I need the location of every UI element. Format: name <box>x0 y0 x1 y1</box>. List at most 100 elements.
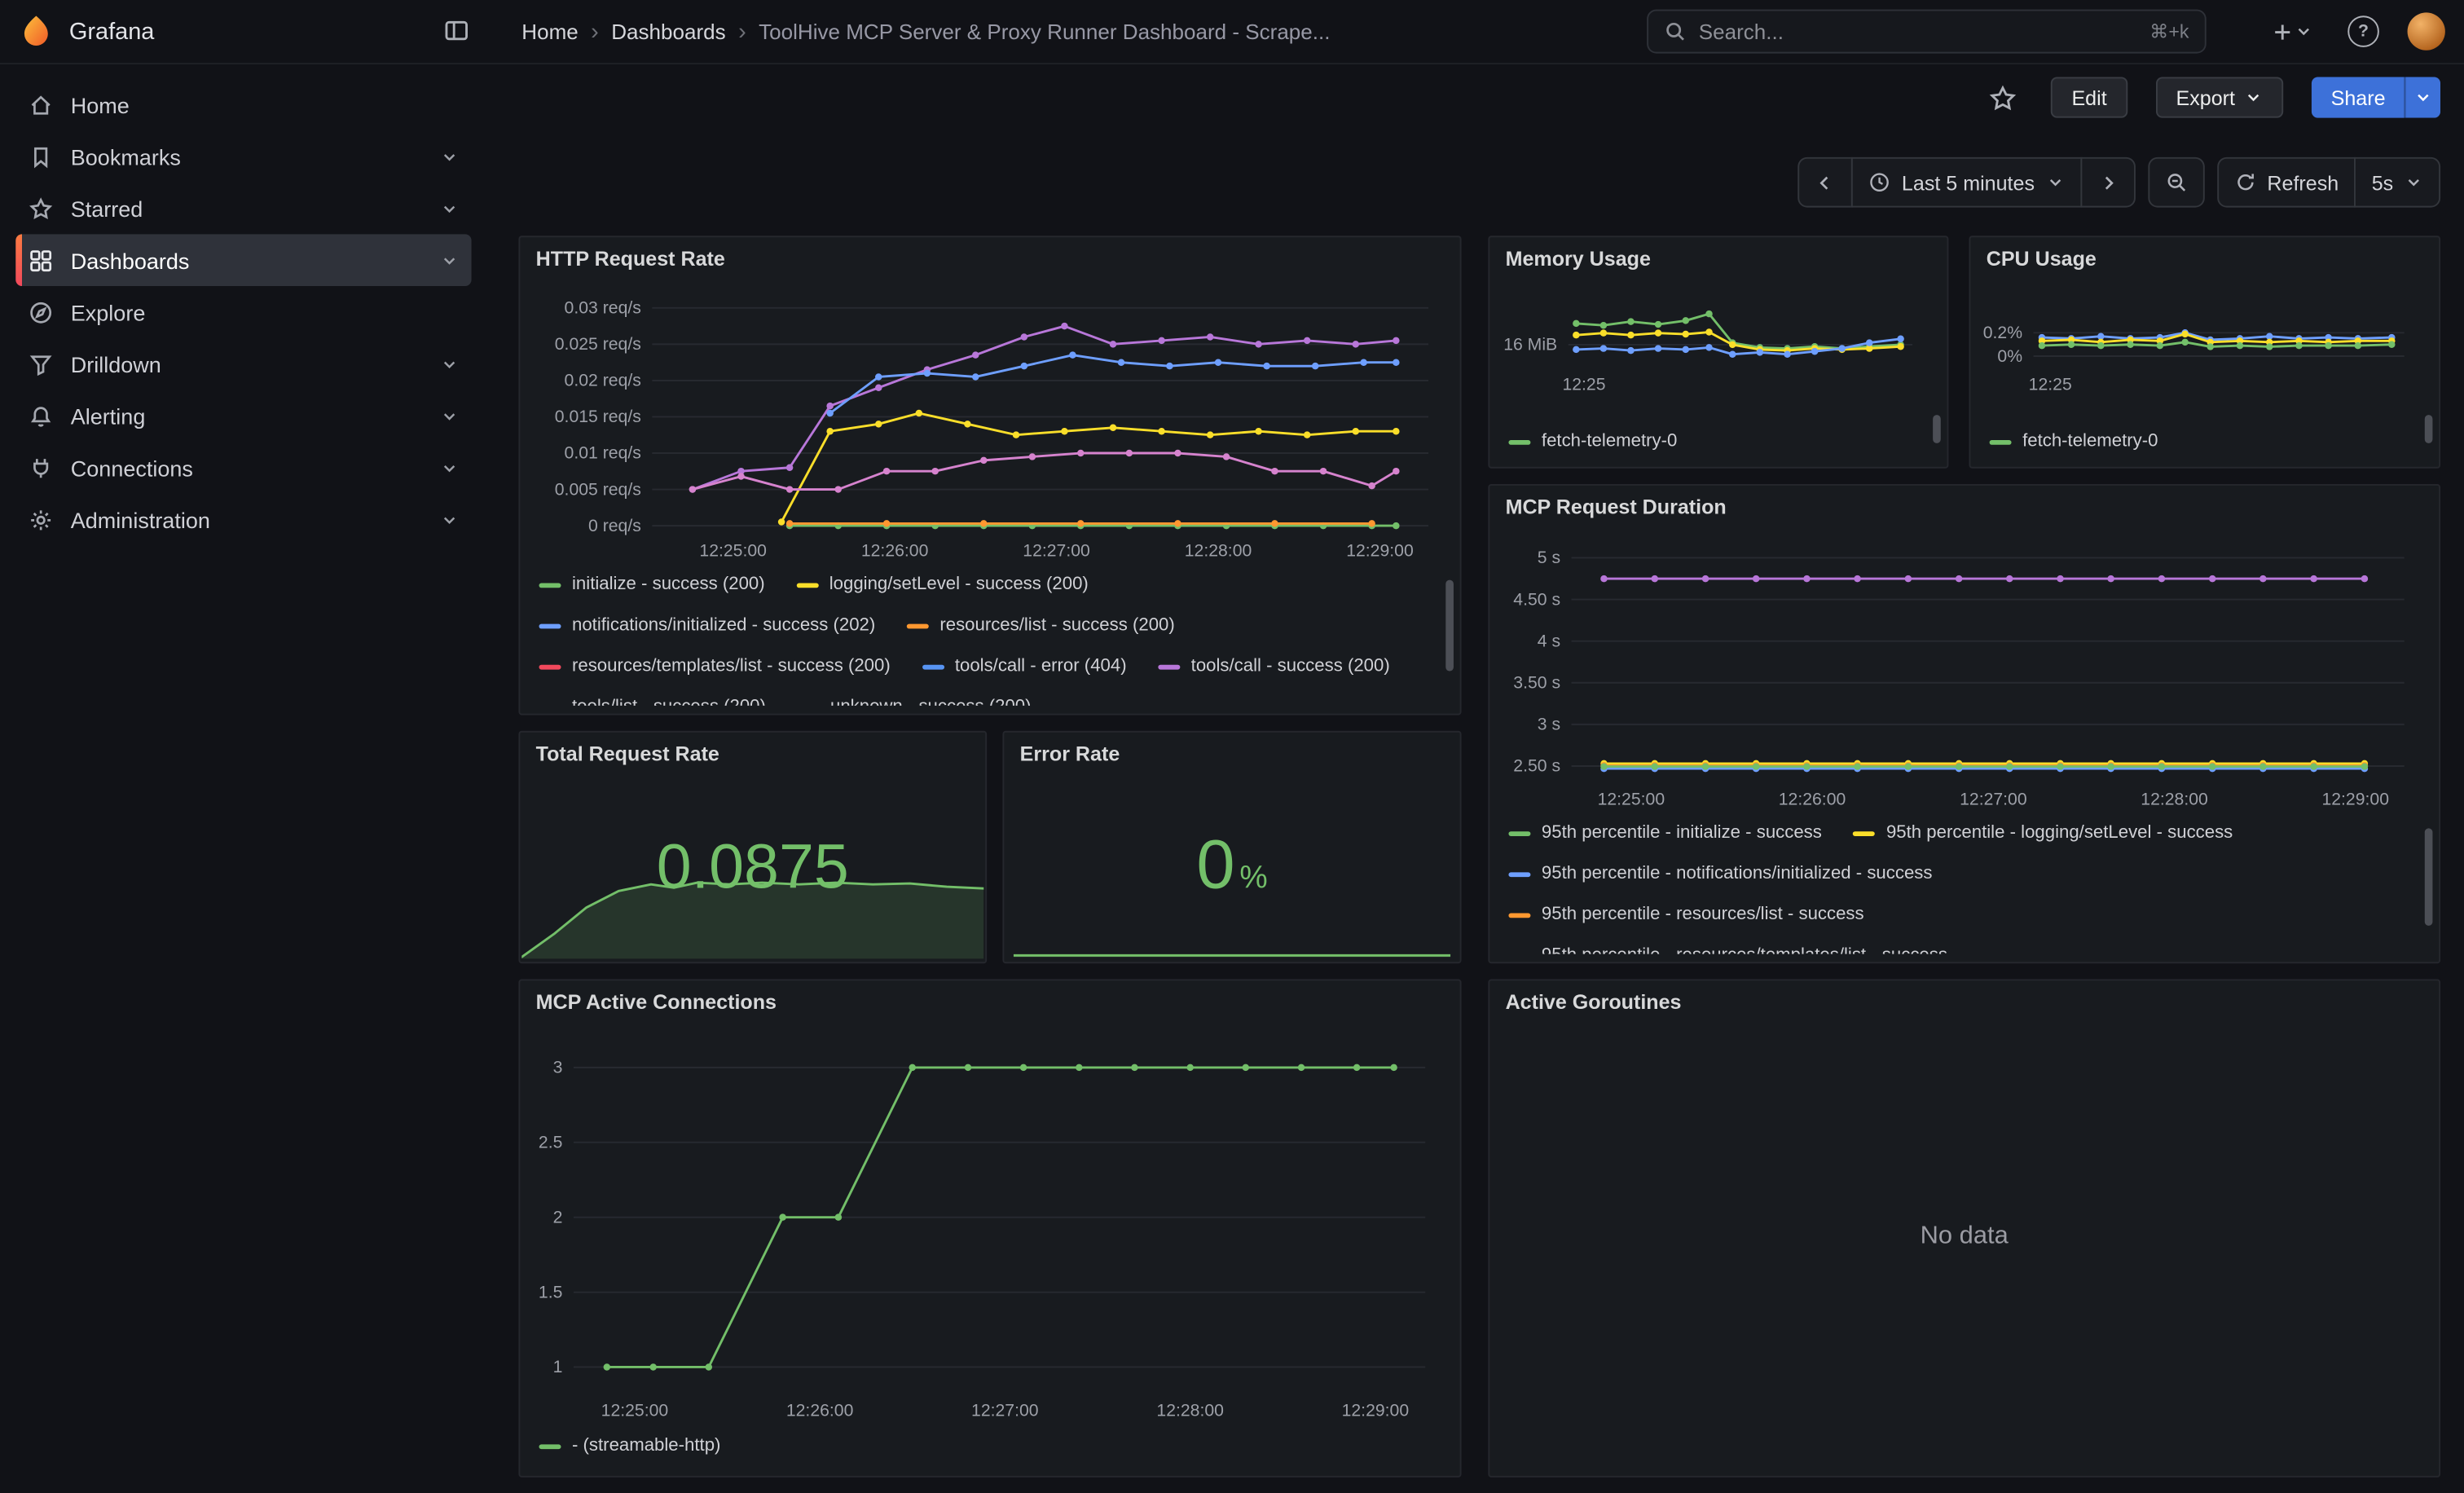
legend-scrollbar[interactable] <box>1933 413 1941 451</box>
panel-title[interactable]: HTTP Request Rate <box>536 247 725 271</box>
legend-item[interactable]: notifications/initialized - success (202… <box>539 614 875 638</box>
panel-title[interactable]: Total Request Rate <box>536 742 719 765</box>
add-new-button[interactable] <box>2264 13 2320 49</box>
svg-text:12:27:00: 12:27:00 <box>1960 790 2027 808</box>
svg-text:5 s: 5 s <box>1538 548 1560 567</box>
legend-item[interactable]: - (streamable-http) <box>539 1435 720 1459</box>
legend-item[interactable]: 95th percentile - initialize - success <box>1508 822 1821 846</box>
legend-item[interactable]: tools/list - success (200) <box>539 696 765 706</box>
zoom-out-button[interactable] <box>2148 157 2204 208</box>
sidebar-item-starred[interactable]: Starred <box>15 183 471 235</box>
refresh-interval-picker[interactable]: 5s <box>2355 157 2441 208</box>
breadcrumb-home[interactable]: Home <box>521 20 578 43</box>
gear-icon <box>29 507 54 532</box>
panel-active-goroutines: Active Goroutines No data <box>1488 979 2440 1477</box>
legend-item[interactable]: fetch-telemetry-0 <box>1990 430 2158 454</box>
favorite-star-button[interactable] <box>1983 77 2022 117</box>
legend-item[interactable]: 95th percentile - logging/setLevel - suc… <box>1853 822 2233 846</box>
legend-item[interactable]: resources/templates/list - success (200) <box>539 655 890 679</box>
breadcrumb-dashboards[interactable]: Dashboards <box>611 20 725 43</box>
search-input[interactable]: Search... ⌘+k <box>1647 10 2207 54</box>
legend-scrollbar[interactable] <box>1445 577 1454 701</box>
svg-text:3: 3 <box>553 1059 563 1077</box>
panel-title[interactable]: CPU Usage <box>1987 247 2097 271</box>
cpu-usage-chart[interactable]: 0%0.2%12:25 <box>1977 278 2417 394</box>
sidebar-item-bookmarks[interactable]: Bookmarks <box>15 130 471 183</box>
svg-text:0.01 req/s: 0.01 req/s <box>565 444 641 463</box>
time-controls: Last 5 minutes Refresh 5s <box>1798 157 2440 208</box>
time-range-group: Last 5 minutes <box>1798 157 2136 208</box>
chevron-down-icon <box>440 199 459 218</box>
svg-text:2.5: 2.5 <box>539 1133 562 1152</box>
time-shift-back-button[interactable] <box>1798 157 1854 208</box>
user-avatar[interactable] <box>2408 12 2445 50</box>
chevron-down-icon <box>2295 22 2313 41</box>
panel-title[interactable]: MCP Request Duration <box>1506 495 1727 518</box>
svg-text:0.015 req/s: 0.015 req/s <box>555 407 641 426</box>
memory-usage-chart[interactable]: 16 MiB12:25 <box>1496 278 1925 394</box>
sidebar-item-explore[interactable]: Explore <box>15 286 471 338</box>
svg-text:12:28:00: 12:28:00 <box>1156 1402 1224 1420</box>
chevron-down-icon <box>440 355 459 373</box>
svg-text:3 s: 3 s <box>1538 716 1560 734</box>
legend-item[interactable]: logging/setLevel - success (200) <box>796 574 1089 597</box>
legend-scrollbar[interactable] <box>2425 413 2433 451</box>
edit-button[interactable]: Edit <box>2051 77 2127 117</box>
time-range-picker[interactable]: Last 5 minutes <box>1851 157 2082 208</box>
legend-item[interactable]: 95th percentile - resources/templates/li… <box>1508 945 2407 954</box>
svg-text:0.025 req/s: 0.025 req/s <box>555 335 641 354</box>
sidebar-item-home[interactable]: Home <box>15 78 471 130</box>
svg-text:0.03 req/s: 0.03 req/s <box>565 299 641 318</box>
panel-memory-usage: Memory Usage 16 MiB12:25 fetch-telemetry… <box>1488 236 1948 468</box>
panel-error-rate: Error Rate 0% <box>1002 731 1461 963</box>
legend-item[interactable]: fetch-telemetry-0 <box>1508 430 1677 454</box>
sidebar-item-alerting[interactable]: Alerting <box>15 390 471 442</box>
svg-text:12:28:00: 12:28:00 <box>2141 790 2208 808</box>
chevron-left-icon <box>1815 172 1836 192</box>
svg-text:12:25:00: 12:25:00 <box>699 542 767 561</box>
legend-item[interactable]: tools/call - error (404) <box>922 655 1126 679</box>
legend-item[interactable]: initialize - success (200) <box>539 574 764 597</box>
mcp-active-connections-chart[interactable]: 11.522.5312:25:0012:26:0012:27:0012:28:0… <box>526 1028 1438 1420</box>
sidebar-item-drilldown[interactable]: Drilldown <box>15 338 471 390</box>
mega-menu-toggle-icon[interactable] <box>437 11 476 50</box>
panel-title[interactable]: MCP Active Connections <box>536 990 777 1014</box>
panel-title[interactable]: Error Rate <box>1020 742 1120 765</box>
legend: fetch-telemetry-0 <box>1990 426 2411 460</box>
refresh-group: Refresh 5s <box>2217 157 2440 208</box>
http-request-rate-chart[interactable]: 0 req/s0.005 req/s0.01 req/s0.015 req/s0… <box>526 284 1441 561</box>
legend-item[interactable]: 95th percentile - resources/list - succe… <box>1508 904 2407 927</box>
svg-text:1: 1 <box>553 1358 563 1376</box>
legend: 95th percentile - initialize - success 9… <box>1508 822 2407 954</box>
legend-item[interactable]: resources/list - success (200) <box>907 614 1175 638</box>
export-button[interactable]: Export <box>2155 77 2283 117</box>
sidebar-item-administration[interactable]: Administration <box>15 494 471 546</box>
home-icon <box>29 92 54 117</box>
legend: initialize - success (200) logging/setLe… <box>539 574 1428 706</box>
help-icon: ? <box>2347 15 2379 47</box>
mcp-request-duration-chart[interactable]: 2.50 s3 s3.50 s4 s4.50 s5 s12:25:0012:26… <box>1496 533 2417 809</box>
panel-title[interactable]: Active Goroutines <box>1506 990 1682 1014</box>
refresh-button[interactable]: Refresh <box>2217 157 2356 208</box>
share-menu-button[interactable] <box>2405 77 2440 117</box>
chevron-down-icon <box>440 458 459 477</box>
grafana-logo-icon[interactable] <box>19 14 53 48</box>
grafana-app: Grafana Home › Dashboards › ToolHive MCP… <box>0 0 2464 1493</box>
svg-text:12:27:00: 12:27:00 <box>1023 542 1090 561</box>
legend-item[interactable]: 95th percentile - notifications/initiali… <box>1508 863 2407 887</box>
legend: - (streamable-http) <box>539 1430 1431 1468</box>
legend-item[interactable]: unknown - success (200) <box>797 696 1031 706</box>
sidebar-item-connections[interactable]: Connections <box>15 442 471 494</box>
svg-text:4.50 s: 4.50 s <box>1513 590 1560 609</box>
legend-scrollbar[interactable] <box>2425 825 2433 949</box>
share-button[interactable]: Share <box>2312 77 2404 117</box>
refresh-icon <box>2234 171 2256 193</box>
star-icon <box>29 196 54 221</box>
svg-text:12:25: 12:25 <box>2029 375 2072 394</box>
time-shift-forward-button[interactable] <box>2080 157 2135 208</box>
help-button[interactable]: ? <box>2342 10 2386 54</box>
sidebar-item-dashboards[interactable]: Dashboards <box>15 234 471 286</box>
panel-title[interactable]: Memory Usage <box>1506 247 1651 271</box>
chevron-down-icon <box>2245 88 2264 107</box>
legend-item[interactable]: tools/call - success (200) <box>1158 655 1390 679</box>
